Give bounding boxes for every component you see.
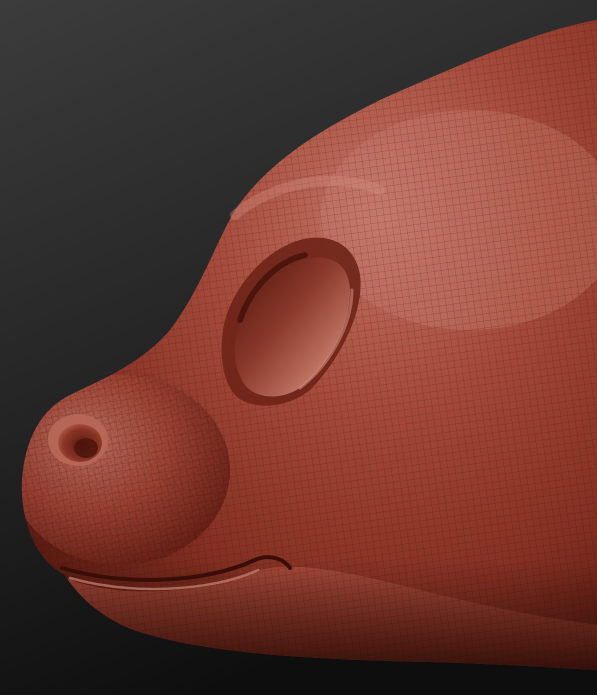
nostril[interactable] [48, 414, 108, 466]
sculpt-viewport[interactable] [0, 0, 597, 695]
sculpt-canvas[interactable] [0, 0, 597, 695]
